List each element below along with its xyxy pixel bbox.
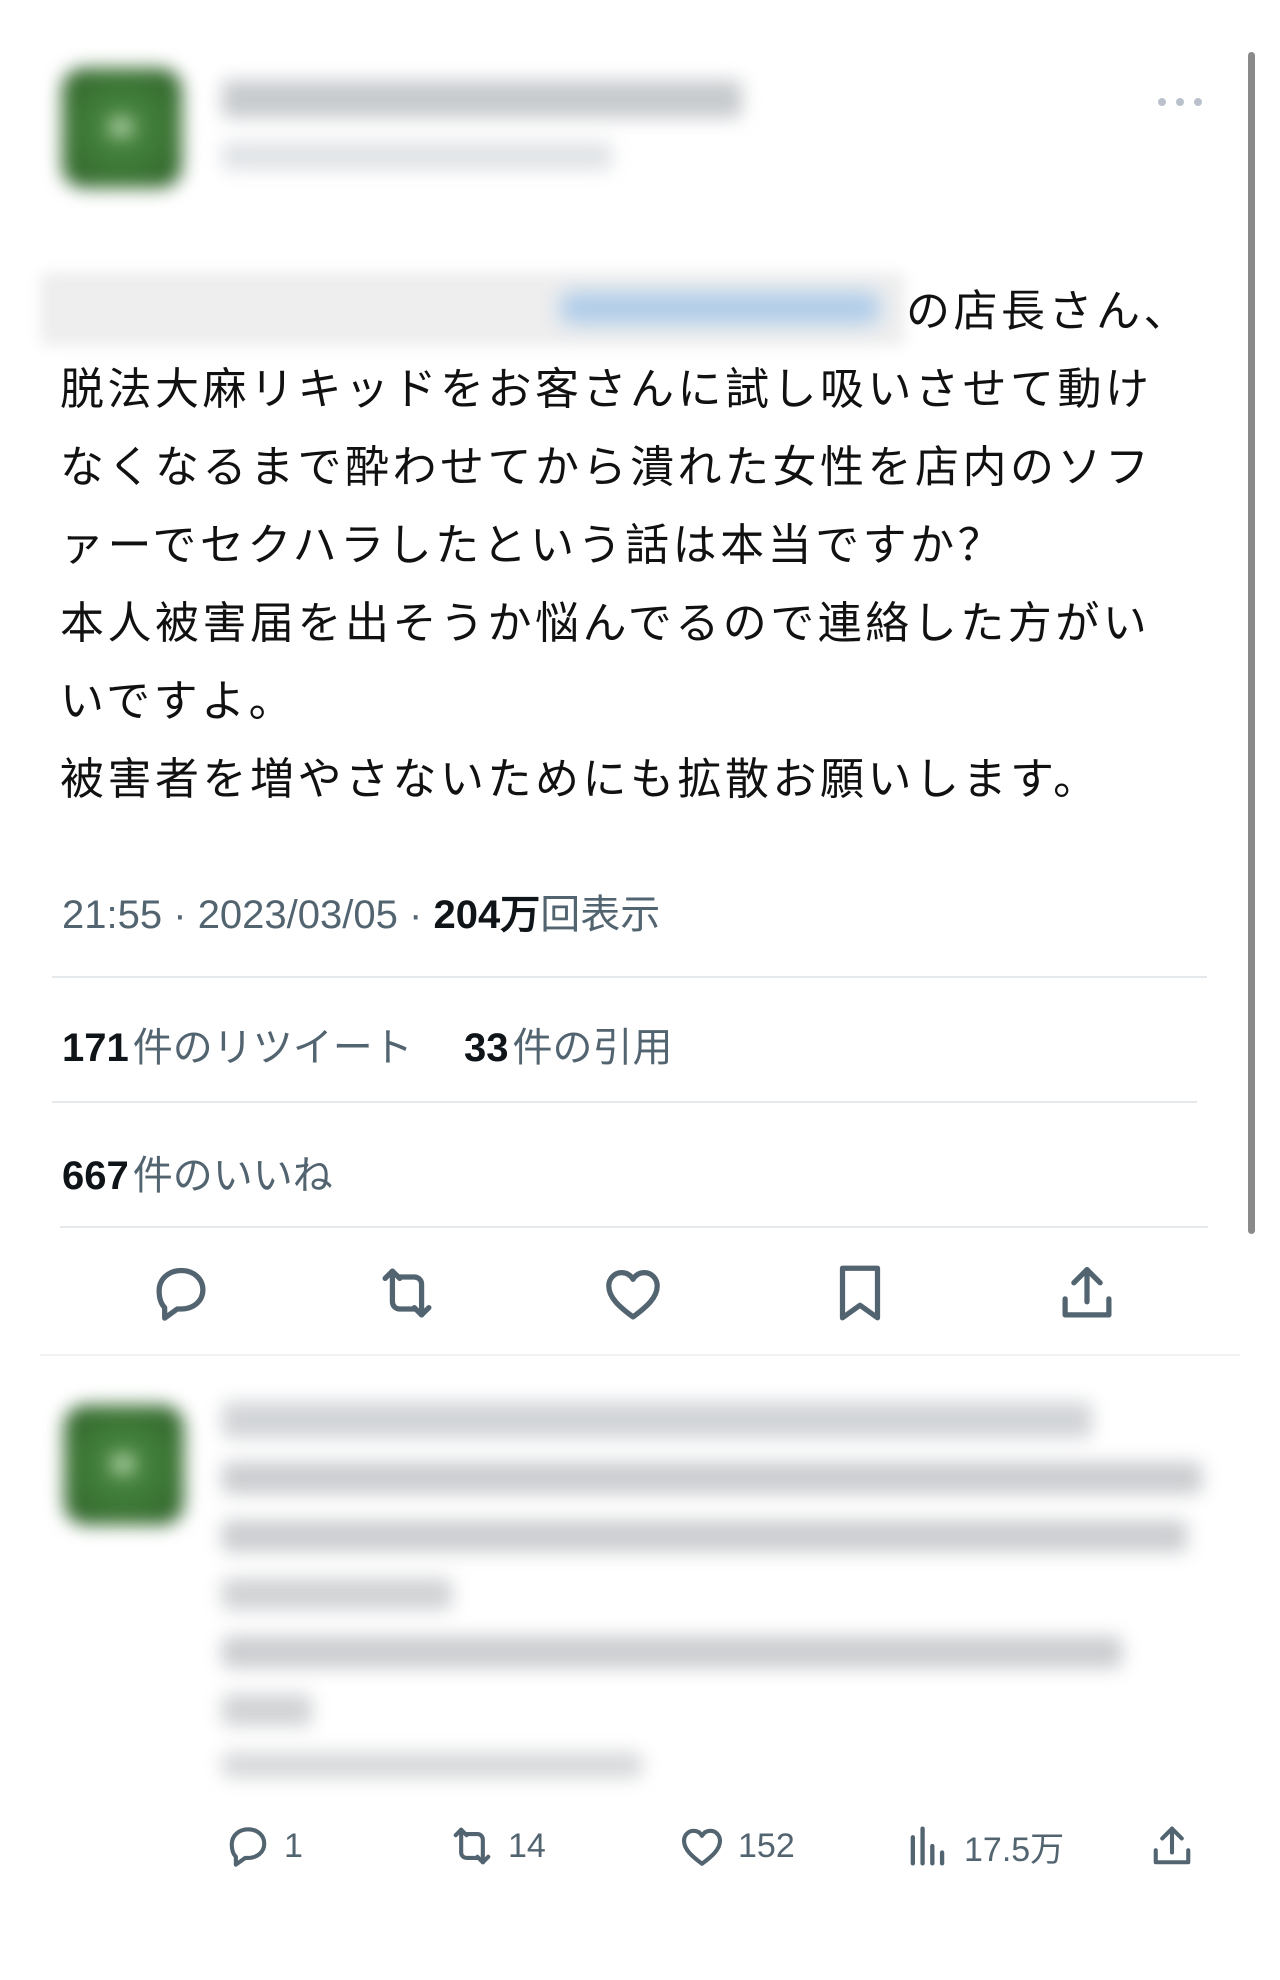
likes-label: 件のいいね bbox=[132, 1154, 333, 1198]
views-label: 回表示 bbox=[540, 893, 661, 937]
reply-icon bbox=[156, 1267, 206, 1321]
tweet-date[interactable]: 2023/03/05 bbox=[198, 893, 398, 937]
like-button[interactable] bbox=[598, 1258, 668, 1328]
author-handle[interactable] bbox=[222, 142, 612, 170]
reply-like-button[interactable]: 152 bbox=[676, 1818, 795, 1874]
bookmark-icon bbox=[839, 1265, 881, 1321]
views-icon bbox=[910, 1826, 945, 1866]
divider bbox=[52, 976, 1207, 978]
retweets-count: 171 bbox=[62, 1026, 129, 1070]
reply-button[interactable] bbox=[146, 1258, 216, 1328]
reply-author-avatar[interactable] bbox=[64, 1405, 184, 1525]
quotes-label: 件の引用 bbox=[512, 1026, 673, 1070]
reply-text-line bbox=[222, 1462, 1202, 1494]
likes-count: 667 bbox=[62, 1154, 129, 1198]
reply-share-button[interactable] bbox=[1146, 1818, 1198, 1874]
reply-replies-count: 1 bbox=[284, 1826, 303, 1865]
tweet-meta: 21:55 · 2023/03/05 · 204万回表示 bbox=[62, 882, 660, 940]
share-icon bbox=[1062, 1267, 1112, 1318]
author-name[interactable] bbox=[222, 80, 742, 118]
reply-views-count: 17.5万 bbox=[964, 1830, 1065, 1869]
reply-text-line bbox=[222, 1578, 452, 1610]
views-unit: 万 bbox=[500, 893, 541, 937]
like-icon bbox=[681, 1828, 723, 1866]
tweet-line: 被害者を増やさないためにも拡散お願いします。 bbox=[60, 754, 1101, 805]
divider bbox=[52, 1101, 1197, 1103]
reply-retweet-button[interactable]: 14 bbox=[446, 1818, 546, 1874]
divider bbox=[60, 1226, 1208, 1228]
retweet-icon bbox=[382, 1268, 432, 1318]
like-icon bbox=[606, 1269, 660, 1320]
reply-text-line bbox=[222, 1752, 642, 1778]
retweets-label: 件のリツイート bbox=[132, 1026, 413, 1070]
retweets-stat[interactable]: 171 件のリツイート bbox=[62, 1015, 413, 1073]
scrollbar[interactable] bbox=[1248, 52, 1255, 1234]
reply-icon bbox=[229, 1827, 267, 1867]
share-icon bbox=[1153, 1826, 1191, 1865]
meta-separator: · bbox=[173, 893, 187, 937]
tweet-line: なくなるまで酔わせてから潰れた女性を店内のソフ bbox=[60, 442, 1153, 493]
reply-retweets-count: 14 bbox=[508, 1826, 546, 1865]
tweet-line: いですよ。 bbox=[60, 676, 297, 727]
reply-reply-button[interactable]: 1 bbox=[222, 1818, 303, 1874]
share-button[interactable] bbox=[1052, 1258, 1122, 1328]
reply-author-header[interactable] bbox=[222, 1402, 1092, 1438]
tweet-line: 本人被害届を出そうか悩んでるので連絡した方がい bbox=[60, 598, 1151, 649]
views-count: 204 bbox=[433, 893, 501, 937]
tweet-time[interactable]: 21:55 bbox=[62, 893, 162, 937]
reply-text-line bbox=[222, 1520, 1187, 1552]
divider bbox=[40, 1354, 1240, 1356]
bookmark-button[interactable] bbox=[825, 1258, 895, 1328]
author-avatar[interactable] bbox=[62, 68, 182, 188]
meta-separator: · bbox=[409, 893, 423, 937]
reply-text-line bbox=[222, 1636, 1122, 1668]
likes-stat[interactable]: 667 件のいいね bbox=[62, 1143, 333, 1201]
reply-views-button[interactable]: 17.5万 bbox=[902, 1818, 1064, 1874]
tweet-text: の店長さん、 脱法大麻リキッドをお客さんに試し吸いさせて動け なくなるまで酔わせ… bbox=[60, 273, 1210, 819]
retweet-icon bbox=[453, 1827, 491, 1865]
reply-text-line bbox=[222, 1694, 312, 1726]
tweet-line: 脱法大麻リキッドをお客さんに試し吸いさせて動け bbox=[60, 364, 1153, 415]
quotes-count: 33 bbox=[464, 1026, 509, 1070]
tweet-line: の店長さん、 bbox=[906, 286, 1191, 337]
quotes-stat[interactable]: 33 件の引用 bbox=[464, 1015, 673, 1073]
tweet-line: ァーでセクハラしたという話は本当ですか？ bbox=[60, 520, 1006, 571]
more-options-button[interactable] bbox=[1155, 80, 1205, 120]
retweet-button[interactable] bbox=[372, 1258, 442, 1328]
reply-likes-count: 152 bbox=[738, 1826, 795, 1865]
